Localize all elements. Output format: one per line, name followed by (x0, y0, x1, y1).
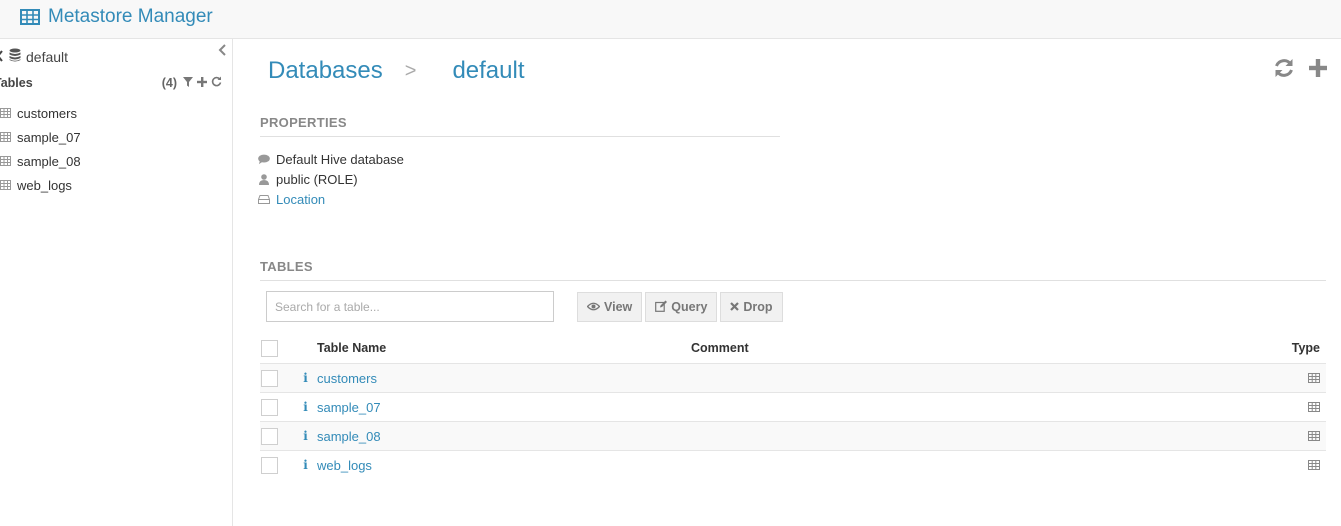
comment-icon (258, 154, 270, 165)
table-actions: View Query Drop (577, 292, 783, 322)
refresh-icon[interactable] (1273, 57, 1295, 82)
breadcrumb-databases-link[interactable]: Databases (268, 57, 383, 85)
refresh-icon[interactable] (211, 76, 222, 90)
property-owner-text: public (ROLE) (276, 171, 358, 187)
top-bar: Metastore Manager (0, 0, 1341, 39)
eye-icon (586, 300, 601, 314)
sidebar-tables-header: Tables (4) (0, 76, 222, 90)
info-icon[interactable]: i (294, 458, 317, 472)
sidebar-database[interactable]: default (0, 48, 68, 65)
table-row[interactable]: i sample_08 (260, 421, 1326, 450)
filter-icon[interactable] (183, 76, 193, 90)
view-button-label: View (604, 300, 633, 314)
row-checkbox[interactable] (261, 456, 278, 474)
sidebar-item-sample-08[interactable]: sample_08 (0, 149, 232, 173)
table-row[interactable]: i sample_07 (260, 392, 1326, 421)
table-type-icon (1308, 458, 1320, 473)
info-icon[interactable]: i (294, 400, 317, 414)
table-search-input[interactable] (266, 291, 554, 322)
chevron-left-icon[interactable] (218, 44, 230, 56)
drop-button[interactable]: Drop (720, 292, 783, 322)
sidebar-item-web-logs[interactable]: web_logs (0, 173, 232, 197)
user-icon (258, 173, 270, 185)
table-name-link[interactable]: sample_08 (317, 429, 381, 444)
table-icon (0, 130, 11, 145)
main-content: Databases > default PROPERTIES Default H… (233, 39, 1341, 526)
sidebar-item-label: sample_07 (17, 129, 81, 145)
column-header-comment[interactable]: Comment (691, 341, 1266, 355)
table-icon (0, 154, 11, 169)
times-icon (730, 300, 740, 314)
select-all-checkbox[interactable] (261, 339, 278, 357)
property-description: Default Hive database (258, 149, 404, 169)
app-title-text: Metastore Manager (48, 6, 213, 27)
column-header-type[interactable]: Type (1266, 341, 1326, 355)
sidebar-database-name: default (26, 48, 69, 65)
table-name-link[interactable]: sample_07 (317, 400, 381, 415)
view-button[interactable]: View (577, 292, 643, 322)
sidebar-item-label: customers (17, 105, 77, 121)
table-type-icon (1308, 400, 1320, 415)
breadcrumb: Databases > default (268, 57, 525, 85)
plus-icon[interactable] (197, 76, 207, 90)
table-name-link[interactable]: web_logs (317, 458, 372, 473)
query-button-label: Query (671, 300, 708, 314)
row-checkbox[interactable] (261, 427, 278, 445)
sidebar-item-customers[interactable]: customers (0, 101, 232, 125)
sidebar-tables-label: Tables (0, 76, 33, 90)
property-description-text: Default Hive database (276, 151, 404, 167)
breadcrumb-separator: > (404, 59, 417, 82)
tables-heading: TABLES (260, 259, 1326, 281)
table-row[interactable]: i customers (260, 363, 1326, 392)
sidebar-table-list: customers sample_07 sample_08 web_logs (0, 101, 232, 197)
table-type-icon (1308, 429, 1320, 444)
property-owner: public (ROLE) (258, 169, 404, 189)
sidebar-tables-count: (4) (161, 76, 177, 90)
info-icon[interactable]: i (294, 429, 317, 443)
hdd-icon (258, 194, 270, 204)
table-name-link[interactable]: customers (317, 371, 377, 386)
column-header-table-name[interactable]: Table Name (317, 341, 691, 355)
drop-button-label: Drop (743, 300, 773, 314)
properties-list: Default Hive database public (ROLE) Loca… (258, 149, 404, 209)
property-location[interactable]: Location (258, 189, 404, 209)
top-actions (1273, 57, 1327, 82)
add-icon[interactable] (1309, 59, 1327, 80)
properties-heading: PROPERTIES (260, 115, 780, 137)
sidebar-item-label: sample_08 (17, 153, 81, 169)
database-icon (9, 48, 21, 65)
sidebar: default Tables (4) customers sample_07 s… (0, 39, 233, 526)
table-icon (0, 106, 11, 121)
query-button[interactable]: Query (645, 292, 718, 322)
location-link[interactable]: Location (276, 192, 325, 207)
row-checkbox[interactable] (261, 369, 278, 387)
back-icon[interactable] (0, 49, 4, 65)
sidebar-item-label: web_logs (17, 177, 72, 193)
edit-icon (655, 300, 668, 315)
table-header-row: Table Name Comment Type (260, 333, 1326, 363)
row-checkbox[interactable] (261, 398, 278, 416)
table-icon (0, 178, 11, 193)
table-type-icon (1308, 371, 1320, 386)
sidebar-item-sample-07[interactable]: sample_07 (0, 125, 232, 149)
table-icon (20, 9, 40, 25)
info-icon[interactable]: i (294, 371, 317, 385)
app-title[interactable]: Metastore Manager (20, 6, 213, 28)
tables-table: Table Name Comment Type i customers i sa… (260, 333, 1326, 479)
table-row[interactable]: i web_logs (260, 450, 1326, 479)
breadcrumb-current: default (452, 57, 525, 84)
